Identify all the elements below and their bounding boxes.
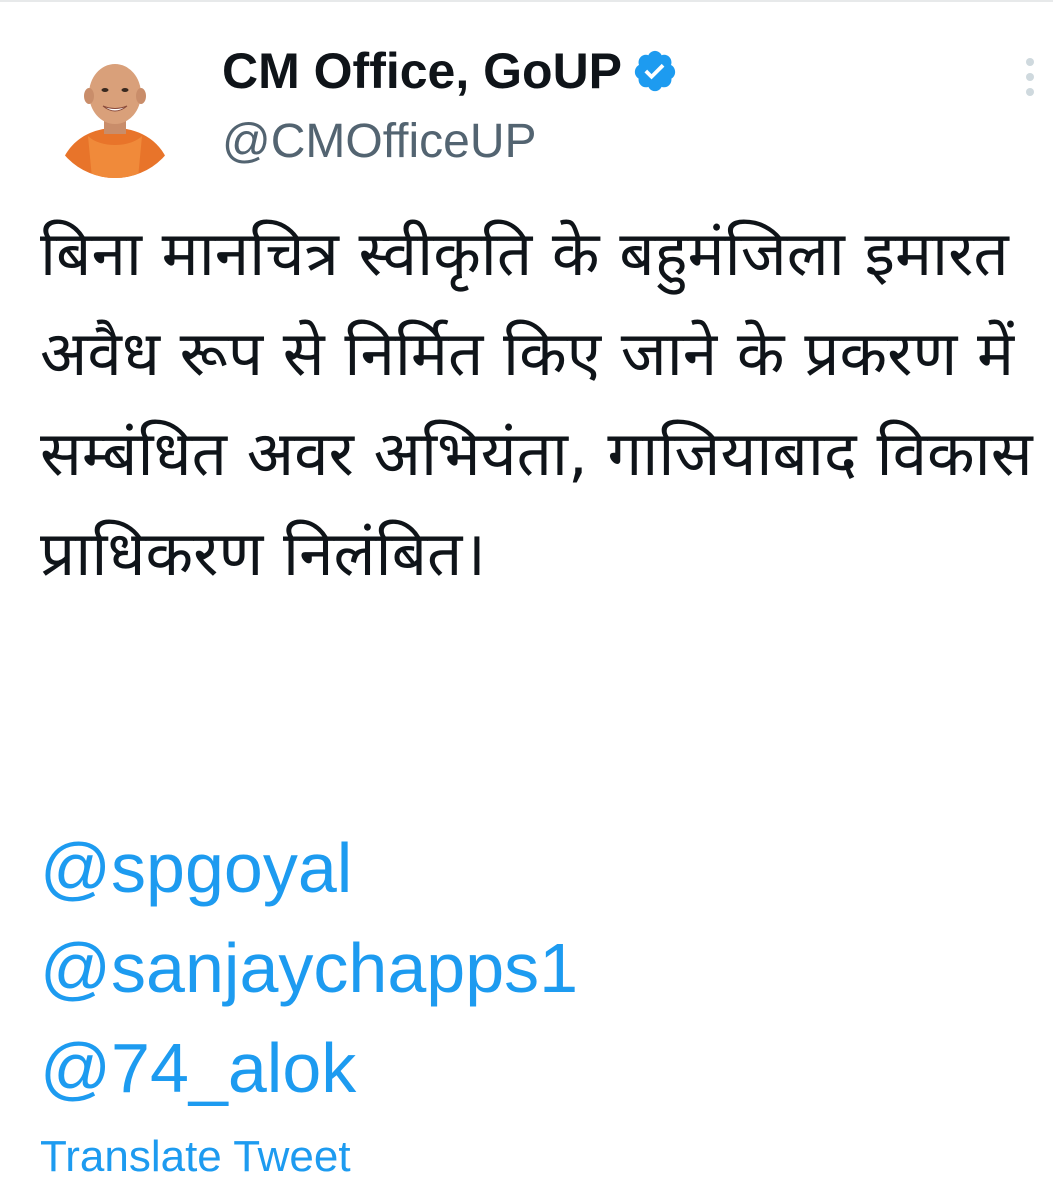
more-dot — [1026, 88, 1034, 96]
more-dot — [1026, 58, 1034, 66]
mention-link[interactable]: @spgoyal — [40, 818, 1040, 918]
top-divider — [0, 0, 1053, 2]
avatar[interactable] — [48, 44, 182, 178]
translate-tweet-link[interactable]: Translate Tweet — [40, 1132, 351, 1182]
mention-link[interactable]: @sanjaychapps1 — [40, 918, 1040, 1018]
mention-link[interactable]: @74_alok — [40, 1018, 1040, 1118]
author-display-name[interactable]: CM Office, GoUP — [222, 42, 622, 100]
author-name-row[interactable]: CM Office, GoUP — [222, 40, 678, 102]
tweet-text: बिना मानचित्र स्वीकृति के बहुमंजिला इमार… — [40, 217, 1033, 590]
author-handle[interactable]: @CMOfficeUP — [222, 114, 537, 169]
verified-badge-icon — [632, 48, 678, 94]
mentions-list: @spgoyal @sanjaychapps1 @74_alok — [40, 818, 1040, 1118]
more-options-icon[interactable] — [1016, 52, 1044, 102]
avatar-image — [48, 44, 182, 178]
more-dot — [1026, 73, 1034, 81]
